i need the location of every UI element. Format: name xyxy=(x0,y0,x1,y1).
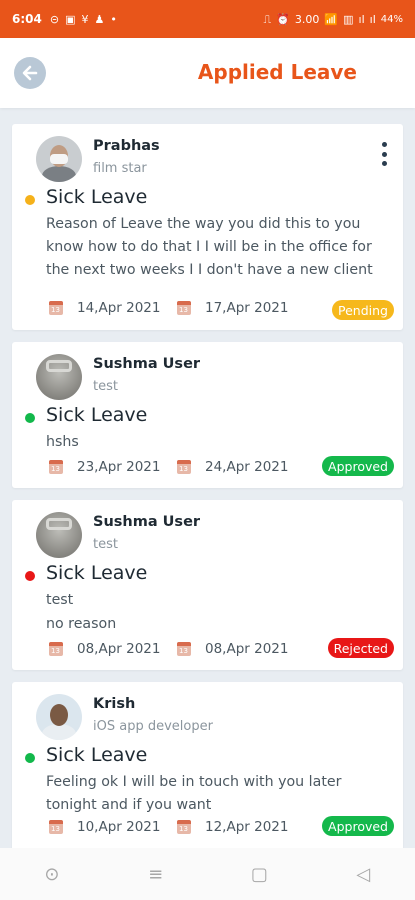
leave-reason-extra: no reason xyxy=(46,616,117,632)
app-header: Applied Leave xyxy=(0,38,415,108)
status-dot xyxy=(25,195,35,205)
leave-type: Sick Leave xyxy=(46,744,148,766)
calendar-icon xyxy=(49,301,63,315)
leave-card[interactable]: Krish iOS app developer Sick Leave Feeli… xyxy=(12,682,403,848)
employee-role: film star xyxy=(93,161,147,176)
data-speed-icon: 3.00 xyxy=(294,12,320,26)
employee-role: test xyxy=(93,537,118,552)
more-options-button[interactable] xyxy=(377,142,391,166)
to-date-text: 24,Apr 2021 xyxy=(205,459,289,475)
employee-role: test xyxy=(93,379,118,394)
battery-level: 44% xyxy=(380,13,403,25)
leave-card[interactable]: Sushma User test Sick Leave hshs 23,Apr … xyxy=(12,342,403,488)
recent-apps-icon[interactable]: ≡ xyxy=(136,864,176,885)
leave-type: Sick Leave xyxy=(46,404,148,426)
status-dot xyxy=(25,753,35,763)
status-badge: Pending xyxy=(332,300,394,320)
avatar xyxy=(36,136,82,182)
to-date: 08,Apr 2021 xyxy=(177,641,288,657)
calendar-icon xyxy=(49,642,63,656)
notification-icon: ♟ xyxy=(94,12,105,26)
sim-icon: ▥ xyxy=(343,12,354,26)
back-arrow-icon xyxy=(22,65,38,81)
avatar xyxy=(36,512,82,558)
calendar-icon xyxy=(49,820,63,834)
wifi-icon: 📶 xyxy=(324,12,339,26)
status-badge: Approved xyxy=(322,456,394,476)
leave-reason: test xyxy=(46,592,74,608)
leave-card[interactable]: Sushma User test Sick Leave test no reas… xyxy=(12,500,403,670)
back-nav-icon[interactable]: ◁ xyxy=(343,864,383,885)
page-title: Applied Leave xyxy=(197,60,357,84)
signal-icon: ıl xyxy=(369,12,376,26)
from-date: 14,Apr 2021 xyxy=(49,300,160,316)
assistant-icon[interactable]: ⊙ xyxy=(32,864,72,885)
avatar xyxy=(36,694,82,740)
status-dot xyxy=(25,413,35,423)
status-dot xyxy=(25,571,35,581)
to-date: 24,Apr 2021 xyxy=(177,459,288,475)
calendar-icon xyxy=(177,820,191,834)
to-date: 12,Apr 2021 xyxy=(177,819,288,835)
from-date-text: 10,Apr 2021 xyxy=(77,819,161,835)
notification-icon: ⊝ xyxy=(49,12,60,26)
to-date: 17,Apr 2021 xyxy=(177,300,288,316)
employee-role: iOS app developer xyxy=(93,719,213,734)
calendar-icon xyxy=(177,642,191,656)
leave-type: Sick Leave xyxy=(46,562,148,584)
home-icon[interactable]: ▢ xyxy=(239,864,279,885)
from-date: 23,Apr 2021 xyxy=(49,459,160,475)
to-date-text: 17,Apr 2021 xyxy=(205,300,289,316)
calendar-icon xyxy=(177,301,191,315)
notification-icon: ¥ xyxy=(81,12,89,26)
status-system-icons: ⎍ ⏰ 3.00 📶 ▥ ıl ıl 44% xyxy=(264,14,404,25)
employee-name: Sushma User xyxy=(93,356,201,372)
status-bar: 6:04 ⊝ ▣ ¥ ♟ • ⎍ ⏰ 3.00 📶 ▥ ıl ıl 44% xyxy=(0,0,415,38)
from-date: 08,Apr 2021 xyxy=(49,641,160,657)
from-date-text: 23,Apr 2021 xyxy=(77,459,161,475)
vibrate-icon: ⎍ xyxy=(263,12,272,26)
leave-type: Sick Leave xyxy=(46,186,148,208)
alarm-icon: ⏰ xyxy=(276,12,290,26)
status-time: 6:04 xyxy=(12,12,42,26)
employee-name: Sushma User xyxy=(93,514,201,530)
employee-name: Krish xyxy=(93,696,136,712)
from-date-text: 08,Apr 2021 xyxy=(77,641,161,657)
leave-list[interactable]: Prabhas film star Sick Leave Reason of L… xyxy=(0,108,415,848)
status-badge: Approved xyxy=(322,816,394,836)
signal-icon: ıl xyxy=(358,12,365,26)
to-date-text: 08,Apr 2021 xyxy=(205,641,289,657)
employee-name: Prabhas xyxy=(93,138,160,154)
to-date-text: 12,Apr 2021 xyxy=(205,819,289,835)
leave-reason: Reason of Leave the way you did this to … xyxy=(46,216,373,278)
notification-icon: • xyxy=(110,12,117,26)
system-nav-bar: ⊙ ≡ ▢ ◁ xyxy=(0,848,415,900)
status-notification-icons: ⊝ ▣ ¥ ♟ • xyxy=(50,14,117,25)
calendar-icon xyxy=(177,460,191,474)
calendar-icon xyxy=(49,460,63,474)
leave-card[interactable]: Prabhas film star Sick Leave Reason of L… xyxy=(12,124,403,330)
from-date: 10,Apr 2021 xyxy=(49,819,160,835)
status-badge: Rejected xyxy=(327,638,394,658)
leave-reason: Feeling ok I will be in touch with you l… xyxy=(46,774,342,813)
leave-reason: hshs xyxy=(46,434,79,450)
back-button[interactable] xyxy=(14,57,46,89)
avatar xyxy=(36,354,82,400)
from-date-text: 14,Apr 2021 xyxy=(77,300,161,316)
notification-icon: ▣ xyxy=(65,12,76,26)
